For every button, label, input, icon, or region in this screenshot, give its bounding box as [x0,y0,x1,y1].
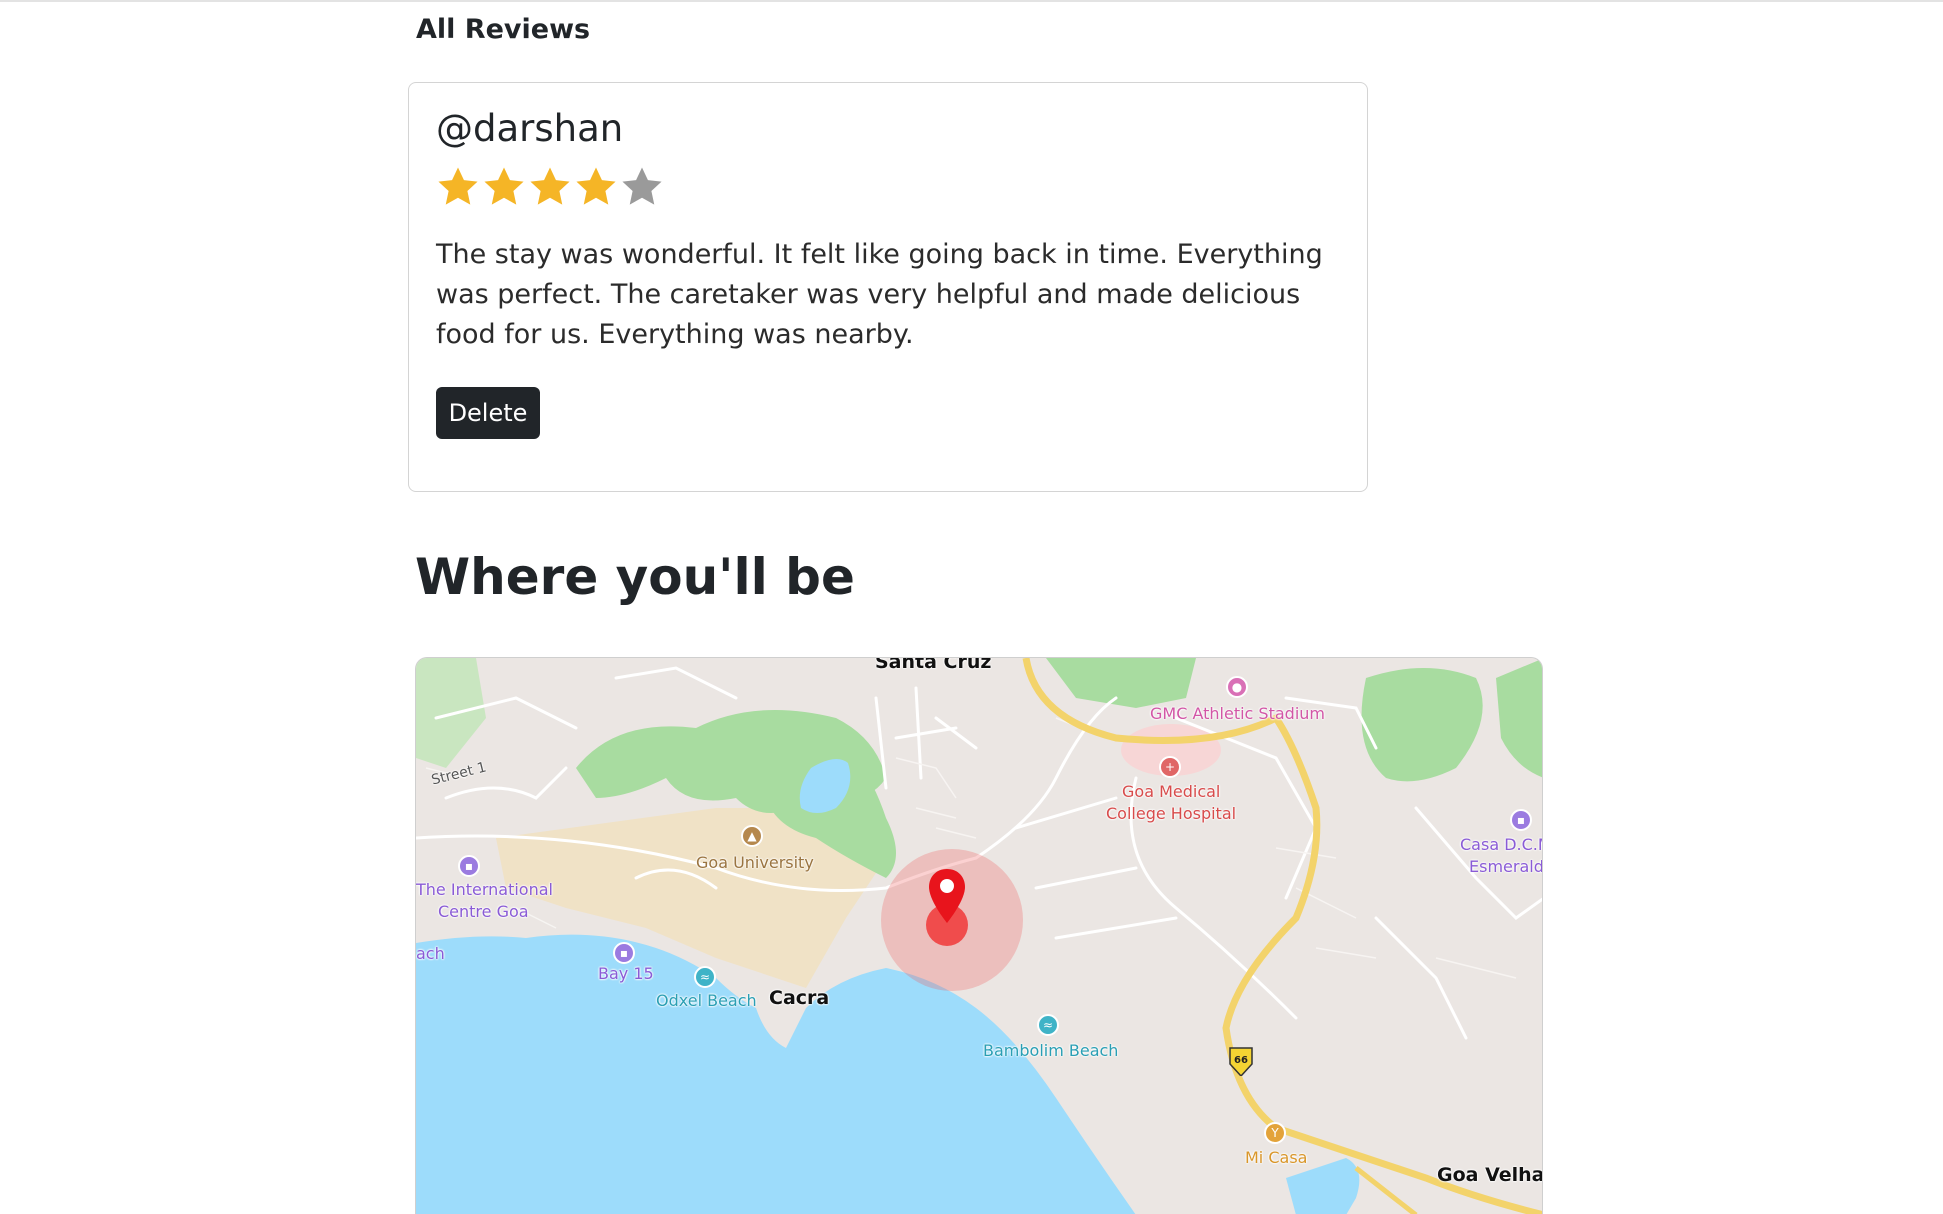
location-heading: Where you'll be [415,548,855,606]
map-label-hospital-line1: Goa Medical [1122,782,1221,801]
map-label-intl-centre-line2: Centre Goa [438,902,529,921]
location-pin-icon[interactable] [926,867,968,927]
beach-icon[interactable]: ≈ [694,966,716,988]
map-label-casa-line1: Casa D.C.M [1460,835,1543,854]
restaurant-icon[interactable]: Y [1264,1122,1286,1144]
university-icon[interactable]: ▲ [741,825,763,847]
delete-review-button[interactable]: Delete [436,387,540,439]
star-icon [530,167,570,205]
map-label-santa-cruz: Santa Cruz [875,657,992,673]
star-rating [435,164,665,212]
map-label-university: Goa University [696,853,814,872]
hospital-icon[interactable]: + [1159,756,1181,778]
review-author: @darshan [436,107,624,150]
reviews-heading: All Reviews [416,14,591,45]
map-label-stadium: GMC Athletic Stadium [1150,704,1325,723]
review-card: @darshan The stay was wonderful. It felt… [408,82,1368,492]
map-label-mi-casa: Mi Casa [1245,1148,1308,1167]
review-text: The stay was wonderful. It felt like goi… [436,239,1323,350]
map-label-casa-line2: Esmerald [1469,857,1543,876]
map-label-bay15: Bay 15 [598,964,654,983]
map-label-intl-centre-line1: The International [416,880,553,899]
hotel-icon[interactable]: ▪ [1510,809,1532,831]
star-icon [622,167,662,205]
map-label-goa-velha: Goa Velha [1437,1164,1543,1186]
star-icon [576,167,616,205]
map[interactable]: ▪ ▪ ▪ ≈ ≈ ▲ ● + Y 66 Santa Cruz Street 1… [415,657,1543,1214]
map-label-cacra: Cacra [769,987,830,1009]
highway-shield-icon: 66 [1229,1047,1253,1076]
map-label-odxel-beach: Odxel Beach [656,991,757,1010]
star-icon [484,167,524,205]
top-divider [0,0,1943,2]
stadium-icon[interactable]: ● [1226,676,1248,698]
beach-icon[interactable]: ≈ [1037,1014,1059,1036]
hotel-icon[interactable]: ▪ [613,942,635,964]
highway-number: 66 [1234,1055,1248,1066]
map-label-beach-partial: ach [416,944,445,963]
star-icon [438,167,478,205]
hotel-icon[interactable]: ▪ [458,855,480,877]
map-label-bambolim-beach: Bambolim Beach [983,1041,1119,1060]
map-label-hospital-line2: College Hospital [1106,804,1237,823]
